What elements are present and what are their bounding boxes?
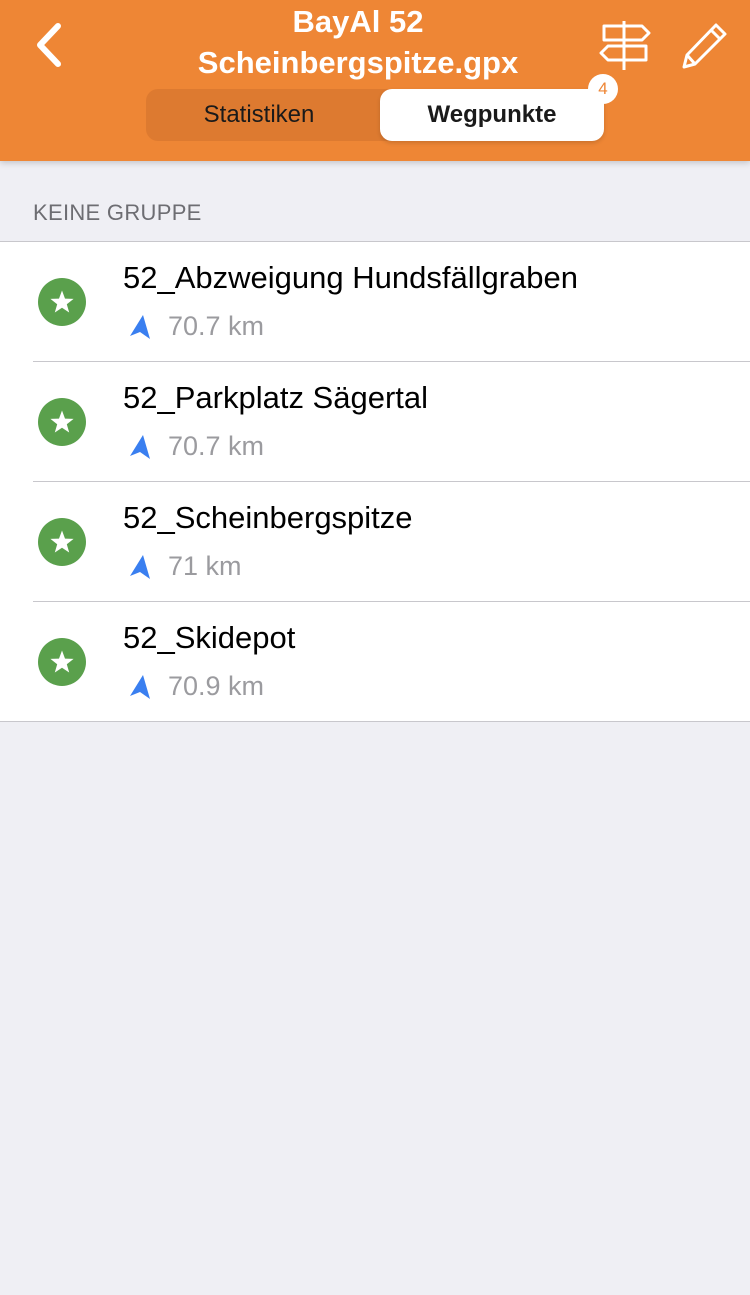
page-title-line2: Scheinbergspitze.gpx — [197, 45, 519, 80]
edit-button[interactable] — [680, 20, 730, 70]
star-icon — [38, 518, 86, 566]
waypoint-count-badge: 4 — [588, 74, 618, 104]
waypoint-distance: 70.9 km — [168, 671, 265, 701]
waypoint-name: 52_Abzweigung Hundsfällgraben — [123, 260, 578, 295]
waypoint-list: 52_Abzweigung Hundsfällgraben 70.7 km 52… — [0, 241, 750, 722]
waypoint-row[interactable]: 52_Abzweigung Hundsfällgraben 70.7 km — [0, 242, 750, 361]
waypoint-name: 52_Scheinbergspitze — [123, 500, 413, 535]
waypoint-distance: 71 km — [168, 551, 242, 581]
waypoint-distance: 70.7 km — [168, 311, 265, 341]
star-icon — [38, 638, 86, 686]
group-section-header: KEINE GRUPPE — [33, 200, 202, 225]
signpost-icon — [599, 21, 651, 70]
waypoint-row[interactable]: 52_Parkplatz Sägertal 70.7 km — [0, 361, 750, 481]
direction-arrow-icon — [130, 435, 150, 459]
direction-arrow-icon — [130, 675, 150, 699]
pencil-icon — [682, 23, 727, 69]
navigate-button[interactable] — [598, 18, 652, 72]
tab-wegpunkte[interactable]: Wegpunkte — [380, 89, 604, 141]
waypoint-distance: 70.7 km — [168, 431, 265, 461]
segmented-control: Statistiken Wegpunkte — [146, 89, 604, 141]
direction-arrow-icon — [130, 555, 150, 579]
star-icon — [38, 398, 86, 446]
waypoint-row[interactable]: 52_Scheinbergspitze 71 km — [0, 481, 750, 601]
direction-arrow-icon — [130, 315, 150, 339]
waypoint-name: 52_Skidepot — [123, 620, 296, 655]
waypoint-name: 52_Parkplatz Sägertal — [123, 380, 429, 415]
back-button[interactable] — [28, 20, 72, 70]
chevron-left-icon — [37, 23, 61, 67]
page-title-line1: BayAl 52 — [292, 4, 424, 39]
tab-statistiken[interactable]: Statistiken — [146, 89, 372, 141]
nav-bar: BayAl 52 Scheinbergspitze.gpx Statistike… — [0, 0, 750, 161]
waypoint-row[interactable]: 52_Skidepot 70.9 km — [0, 601, 750, 721]
star-icon — [38, 278, 86, 326]
